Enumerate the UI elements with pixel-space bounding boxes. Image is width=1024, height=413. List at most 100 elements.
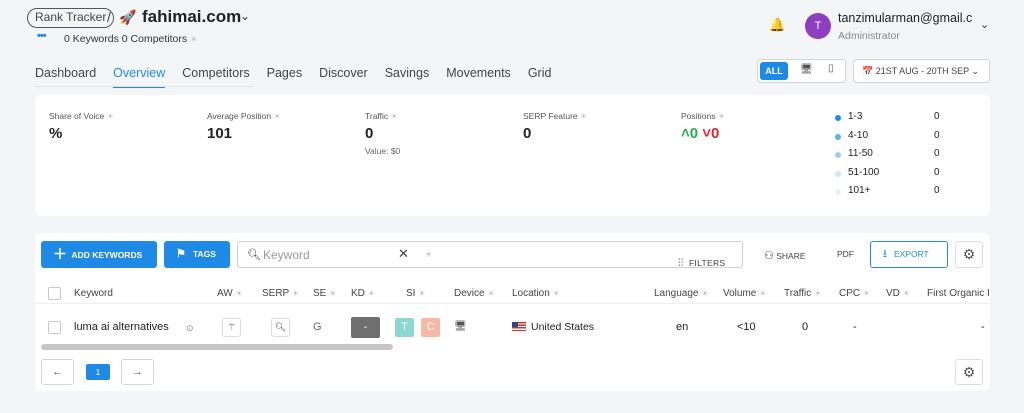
bell-icon[interactable]: 🔔 xyxy=(769,17,785,33)
hint-icon: ☀ xyxy=(190,35,198,44)
tags-button[interactable]: ⚑ TAGS xyxy=(164,241,230,268)
project-counts: 0 Keywords 0 Competitors ☀ xyxy=(64,33,197,45)
nav-divider xyxy=(35,86,253,87)
volume-cell: <10 xyxy=(737,321,756,333)
search-icon: 🔍︎ xyxy=(247,249,261,261)
us-flag-icon xyxy=(512,322,526,331)
select-all-checkbox[interactable] xyxy=(48,287,61,300)
wand-icon[interactable]: ⚚ xyxy=(222,318,241,337)
column-header-traffic[interactable]: Traffic ☀ xyxy=(784,288,821,299)
keywords-count: 0 Keywords xyxy=(64,33,119,45)
location-cell: United States xyxy=(512,321,594,333)
next-page-button[interactable]: → xyxy=(121,359,154,385)
mobile-icon[interactable]: ▯ xyxy=(828,63,834,74)
avatar[interactable]: T xyxy=(805,13,831,39)
stat-subtext: Value: $0 xyxy=(365,146,401,156)
first-organic-cell: - xyxy=(981,321,985,333)
distribution-value: 0 xyxy=(934,166,940,178)
user-email[interactable]: tanzimularman@gmail.c... xyxy=(838,11,973,25)
tab-competitors[interactable]: Competitors xyxy=(182,66,249,88)
share-button[interactable]: ⚇ SHARE xyxy=(764,249,806,262)
stat-label: SERP Feature xyxy=(523,111,578,121)
hint-icon: ☀ xyxy=(390,112,398,121)
chevron-down-icon[interactable]: ⌄ xyxy=(240,9,250,23)
pdf-button[interactable]: PDF xyxy=(837,249,854,259)
add-keywords-button[interactable]: ＋ ADD KEYWORDS xyxy=(41,241,157,268)
distribution-row: 4-10 0 xyxy=(835,130,975,149)
filters-button[interactable]: ⫶⫶ FILTERS xyxy=(678,250,725,277)
keyword-search: 🔍︎ ✕ ☀ ⫶⫶ FILTERS xyxy=(237,241,743,269)
stat-label: Positions xyxy=(681,111,716,121)
column-header-first-organic[interactable]: First Organic I xyxy=(927,288,990,299)
date-range-picker[interactable]: 📅 21ST AUG - 20TH SEP ⌄ xyxy=(853,59,990,83)
stat-share-of-voice: Share of Voice ☀ % xyxy=(49,111,114,142)
dot-icon xyxy=(835,133,841,140)
distribution-row: 51-100 0 xyxy=(835,167,975,186)
export-button[interactable]: ⭳ EXPORT xyxy=(870,241,948,268)
tab-savings[interactable]: Savings xyxy=(385,66,429,88)
search-input[interactable] xyxy=(263,245,393,264)
column-header-si[interactable]: SI ☀ xyxy=(406,288,425,299)
hint-icon: ☀ xyxy=(580,112,588,121)
add-keywords-label: ADD KEYWORDS xyxy=(71,250,143,260)
tab-discover[interactable]: Discover xyxy=(319,66,368,88)
info-icon[interactable]: ⊙ xyxy=(186,323,194,334)
dot-icon xyxy=(835,115,841,121)
column-header-keyword[interactable]: Keyword xyxy=(74,288,113,299)
si-badge-c: C xyxy=(421,318,440,337)
table-row[interactable]: luma ai alternatives ⊙ ⚚ 🔍︎ G - T C 🖥 Un… xyxy=(35,314,990,342)
calendar-icon: 📅 xyxy=(862,66,874,76)
brand-logo[interactable]: Rank Tracker xyxy=(27,8,115,28)
filters-label: FILTERS xyxy=(688,258,726,268)
tab-dashboard[interactable]: Dashboard xyxy=(35,66,96,88)
project-domain[interactable]: fahimai.com xyxy=(142,7,241,27)
column-header-serp[interactable]: SERP ☀ xyxy=(262,288,299,299)
arrow-up-icon: ˄ xyxy=(681,125,690,142)
row-checkbox[interactable] xyxy=(48,321,61,334)
column-header-cpc[interactable]: CPC ☀ xyxy=(839,288,870,299)
column-header-kd[interactable]: KD ☀ xyxy=(351,288,375,299)
device-filter: ALL 🖥 ▯ xyxy=(757,59,846,83)
column-header-device[interactable]: Device ☀ xyxy=(454,288,495,299)
more-dots-icon[interactable]: ••• xyxy=(37,30,47,42)
keyword-cell[interactable]: luma ai alternatives xyxy=(74,321,169,333)
dot-icon xyxy=(835,170,841,177)
tab-pages[interactable]: Pages xyxy=(267,66,302,88)
column-header-vd[interactable]: VD ☀ xyxy=(886,288,910,299)
breadcrumb-separator: / xyxy=(107,9,111,25)
page-number-button[interactable]: 1 xyxy=(86,364,110,380)
close-icon[interactable]: ✕ xyxy=(398,246,409,262)
prev-page-button[interactable]: ← xyxy=(41,359,74,385)
chevron-down-icon: ⌄ xyxy=(971,66,980,76)
gear-icon[interactable]: ⚙ xyxy=(955,241,983,268)
column-header-aw[interactable]: AW ☀ xyxy=(217,288,243,299)
gear-icon[interactable]: ⚙ xyxy=(955,359,983,385)
distribution-label: 4-10 xyxy=(848,129,869,141)
horizontal-scrollbar[interactable] xyxy=(41,344,393,350)
distribution-label: 11-50 xyxy=(848,148,873,159)
column-header-volume[interactable]: Volume ☀ xyxy=(723,288,766,299)
dot-icon xyxy=(835,189,841,195)
distribution-value: 0 xyxy=(934,148,940,159)
stat-serp-feature: SERP Feature ☀ 0 xyxy=(523,111,587,142)
download-icon: ⭳ xyxy=(883,248,887,260)
distribution-label: 101+ xyxy=(848,185,871,196)
desktop-icon[interactable]: 🖥 xyxy=(800,64,813,75)
column-header-location[interactable]: Location ☀ xyxy=(512,288,560,299)
device-all-button[interactable]: ALL xyxy=(760,62,788,80)
tab-grid[interactable]: Grid xyxy=(528,66,552,88)
tab-overview[interactable]: Overview xyxy=(113,66,166,88)
search-icon[interactable]: 🔍︎ xyxy=(271,318,290,337)
stat-label: Traffic xyxy=(365,111,389,121)
distribution-row: 11-50 0 xyxy=(835,148,975,167)
keywords-table-card: ＋ ADD KEYWORDS ⚑ TAGS 🔍︎ ✕ ☀ ⫶⫶ FILTERS … xyxy=(35,233,990,391)
column-header-se[interactable]: SE ☀ xyxy=(313,288,336,299)
desktop-icon: 🖥 xyxy=(454,321,467,332)
stat-value: 0 xyxy=(523,125,532,142)
column-header-language[interactable]: Language ☀ xyxy=(654,288,708,299)
tab-movements[interactable]: Movements xyxy=(446,66,511,88)
table-header: Keyword AW ☀ SERP ☀ SE ☀ KD ☀ SI ☀ Devic… xyxy=(35,282,990,304)
chevron-down-icon[interactable]: ⌄ xyxy=(980,18,989,31)
sliders-icon: ⫶⫶ xyxy=(678,258,684,269)
stat-value: 0 xyxy=(365,125,374,142)
